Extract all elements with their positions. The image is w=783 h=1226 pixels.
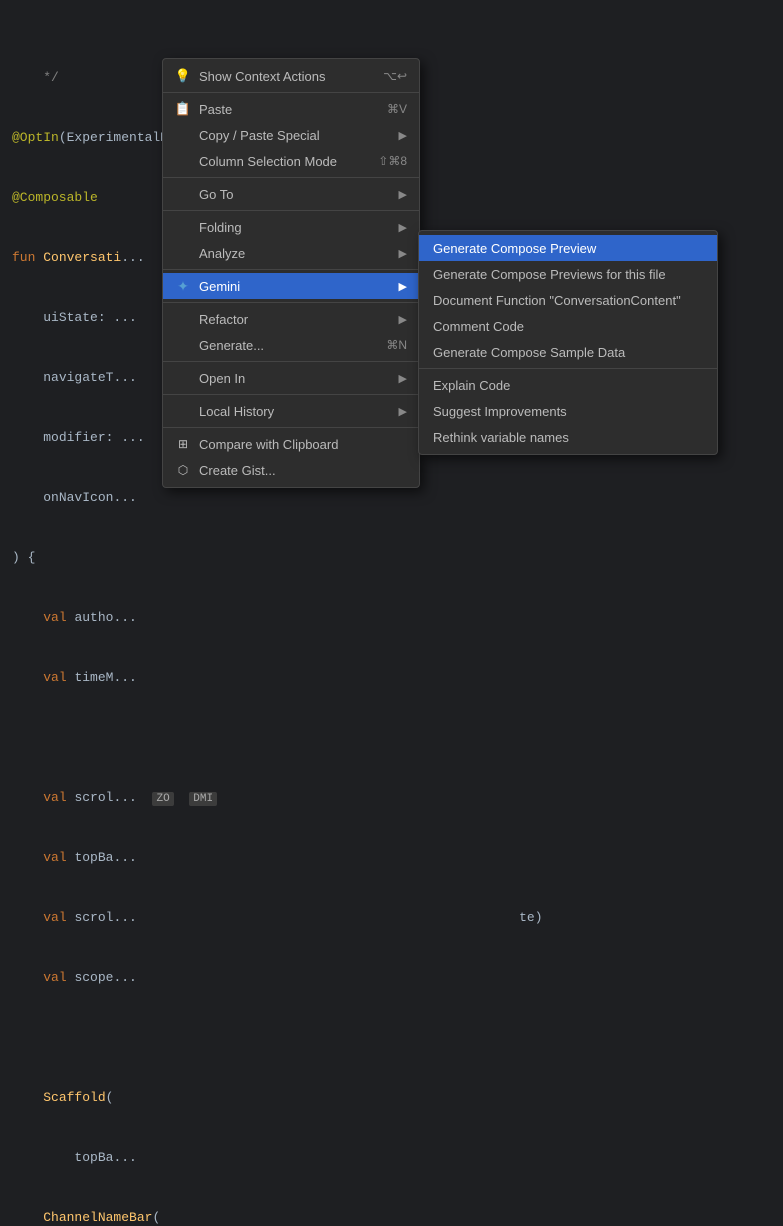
submenu-item-label: Generate Compose Previews for this file — [433, 267, 666, 282]
menu-item-label: Paste — [199, 102, 232, 117]
menu-item-label: Generate... — [199, 338, 264, 353]
code-line: ChannelNameBar( — [0, 1208, 783, 1226]
compare-icon: ⊞ — [175, 436, 191, 452]
menu-item-gemini[interactable]: ✦ Gemini ▶ — [163, 273, 419, 299]
menu-item-folding[interactable]: Folding ▶ — [163, 214, 419, 240]
menu-item-column-selection[interactable]: Column Selection Mode ⇧⌘8 — [163, 148, 419, 174]
code-line: val topBa... — [0, 848, 783, 868]
submenu-item-label: Explain Code — [433, 378, 510, 393]
gemini-icon: ✦ — [175, 278, 191, 294]
submenu-item-explain-code[interactable]: Explain Code — [419, 372, 717, 398]
menu-divider — [163, 427, 419, 428]
arrow-icon: ▶ — [399, 247, 407, 260]
submenu-item-generate-compose-previews-file[interactable]: Generate Compose Previews for this file — [419, 261, 717, 287]
arrow-icon: ▶ — [399, 221, 407, 234]
menu-item-generate[interactable]: Generate... ⌘N — [163, 332, 419, 358]
menu-item-compare-clipboard[interactable]: ⊞ Compare with Clipboard — [163, 431, 419, 457]
code-line: val autho... — [0, 608, 783, 628]
menu-divider — [163, 92, 419, 93]
submenu-item-generate-compose-preview[interactable]: Generate Compose Preview — [419, 235, 717, 261]
submenu-item-label: Comment Code — [433, 319, 524, 334]
empty-icon — [175, 219, 191, 235]
paste-icon: 📋 — [175, 101, 191, 117]
code-line: ) { — [0, 548, 783, 568]
submenu-item-label: Generate Compose Sample Data — [433, 345, 625, 360]
menu-divider — [163, 361, 419, 362]
empty-icon — [175, 337, 191, 353]
submenu-item-document-function[interactable]: Document Function "ConversationContent" — [419, 287, 717, 313]
arrow-icon: ▶ — [399, 188, 407, 201]
menu-item-label: Analyze — [199, 246, 245, 261]
empty-icon — [175, 127, 191, 143]
submenu-item-label: Suggest Improvements — [433, 404, 567, 419]
arrow-icon: ▶ — [399, 372, 407, 385]
menu-item-go-to[interactable]: Go To ▶ — [163, 181, 419, 207]
submenu-item-comment-code[interactable]: Comment Code — [419, 313, 717, 339]
submenu-item-suggest-improvements[interactable]: Suggest Improvements — [419, 398, 717, 424]
gemini-submenu: Generate Compose Preview Generate Compos… — [418, 230, 718, 455]
shortcut-label: ⌘N — [386, 338, 407, 352]
empty-icon — [175, 153, 191, 169]
code-line: val scrol... te) — [0, 908, 783, 928]
submenu-item-label: Document Function "ConversationContent" — [433, 293, 681, 308]
menu-item-label: Column Selection Mode — [199, 154, 337, 169]
menu-item-copy-paste-special[interactable]: Copy / Paste Special ▶ — [163, 122, 419, 148]
menu-item-create-gist[interactable]: ⬡ Create Gist... — [163, 457, 419, 483]
menu-item-label: Gemini — [199, 279, 240, 294]
empty-icon — [175, 245, 191, 261]
menu-item-label: Open In — [199, 371, 245, 386]
menu-item-local-history[interactable]: Local History ▶ — [163, 398, 419, 424]
menu-divider — [163, 210, 419, 211]
menu-divider — [163, 269, 419, 270]
menu-item-label: Compare with Clipboard — [199, 437, 338, 452]
submenu-item-generate-compose-sample[interactable]: Generate Compose Sample Data — [419, 339, 717, 365]
menu-item-open-in[interactable]: Open In ▶ — [163, 365, 419, 391]
arrow-icon: ▶ — [399, 280, 407, 293]
arrow-icon: ▶ — [399, 129, 407, 142]
gist-icon: ⬡ — [175, 462, 191, 478]
code-line: onNavIcon... — [0, 488, 783, 508]
code-line: topBa... — [0, 1148, 783, 1168]
code-line — [0, 1028, 783, 1048]
menu-item-refactor[interactable]: Refactor ▶ — [163, 306, 419, 332]
empty-icon — [175, 186, 191, 202]
empty-icon — [175, 311, 191, 327]
arrow-icon: ▶ — [399, 405, 407, 418]
menu-item-analyze[interactable]: Analyze ▶ — [163, 240, 419, 266]
shortcut-label: ⌘V — [387, 102, 407, 116]
menu-divider — [163, 394, 419, 395]
shortcut-label: ⌥↩ — [383, 69, 407, 83]
menu-item-label: Copy / Paste Special — [199, 128, 320, 143]
arrow-icon: ▶ — [399, 313, 407, 326]
menu-item-label: Show Context Actions — [199, 69, 325, 84]
code-line — [0, 728, 783, 748]
submenu-divider — [419, 368, 717, 369]
context-menu: 💡 Show Context Actions ⌥↩ 📋 Paste ⌘V Cop… — [162, 58, 420, 488]
empty-icon — [175, 403, 191, 419]
menu-item-paste[interactable]: 📋 Paste ⌘V — [163, 96, 419, 122]
menu-item-label: Create Gist... — [199, 463, 276, 478]
code-line: val scrol... ZO DMI — [0, 788, 783, 808]
menu-item-label: Refactor — [199, 312, 248, 327]
submenu-item-label: Generate Compose Preview — [433, 241, 596, 256]
menu-divider — [163, 177, 419, 178]
menu-item-label: Local History — [199, 404, 274, 419]
submenu-item-label: Rethink variable names — [433, 430, 569, 445]
menu-item-label: Folding — [199, 220, 242, 235]
code-line: val timeM... — [0, 668, 783, 688]
menu-divider — [163, 302, 419, 303]
shortcut-label: ⇧⌘8 — [378, 154, 407, 168]
lightbulb-icon: 💡 — [175, 68, 191, 84]
submenu-item-rethink-variable[interactable]: Rethink variable names — [419, 424, 717, 450]
code-line: Scaffold( — [0, 1088, 783, 1108]
menu-item-show-context-actions[interactable]: 💡 Show Context Actions ⌥↩ — [163, 63, 419, 89]
empty-icon — [175, 370, 191, 386]
code-line: val scope... — [0, 968, 783, 988]
menu-item-label: Go To — [199, 187, 233, 202]
